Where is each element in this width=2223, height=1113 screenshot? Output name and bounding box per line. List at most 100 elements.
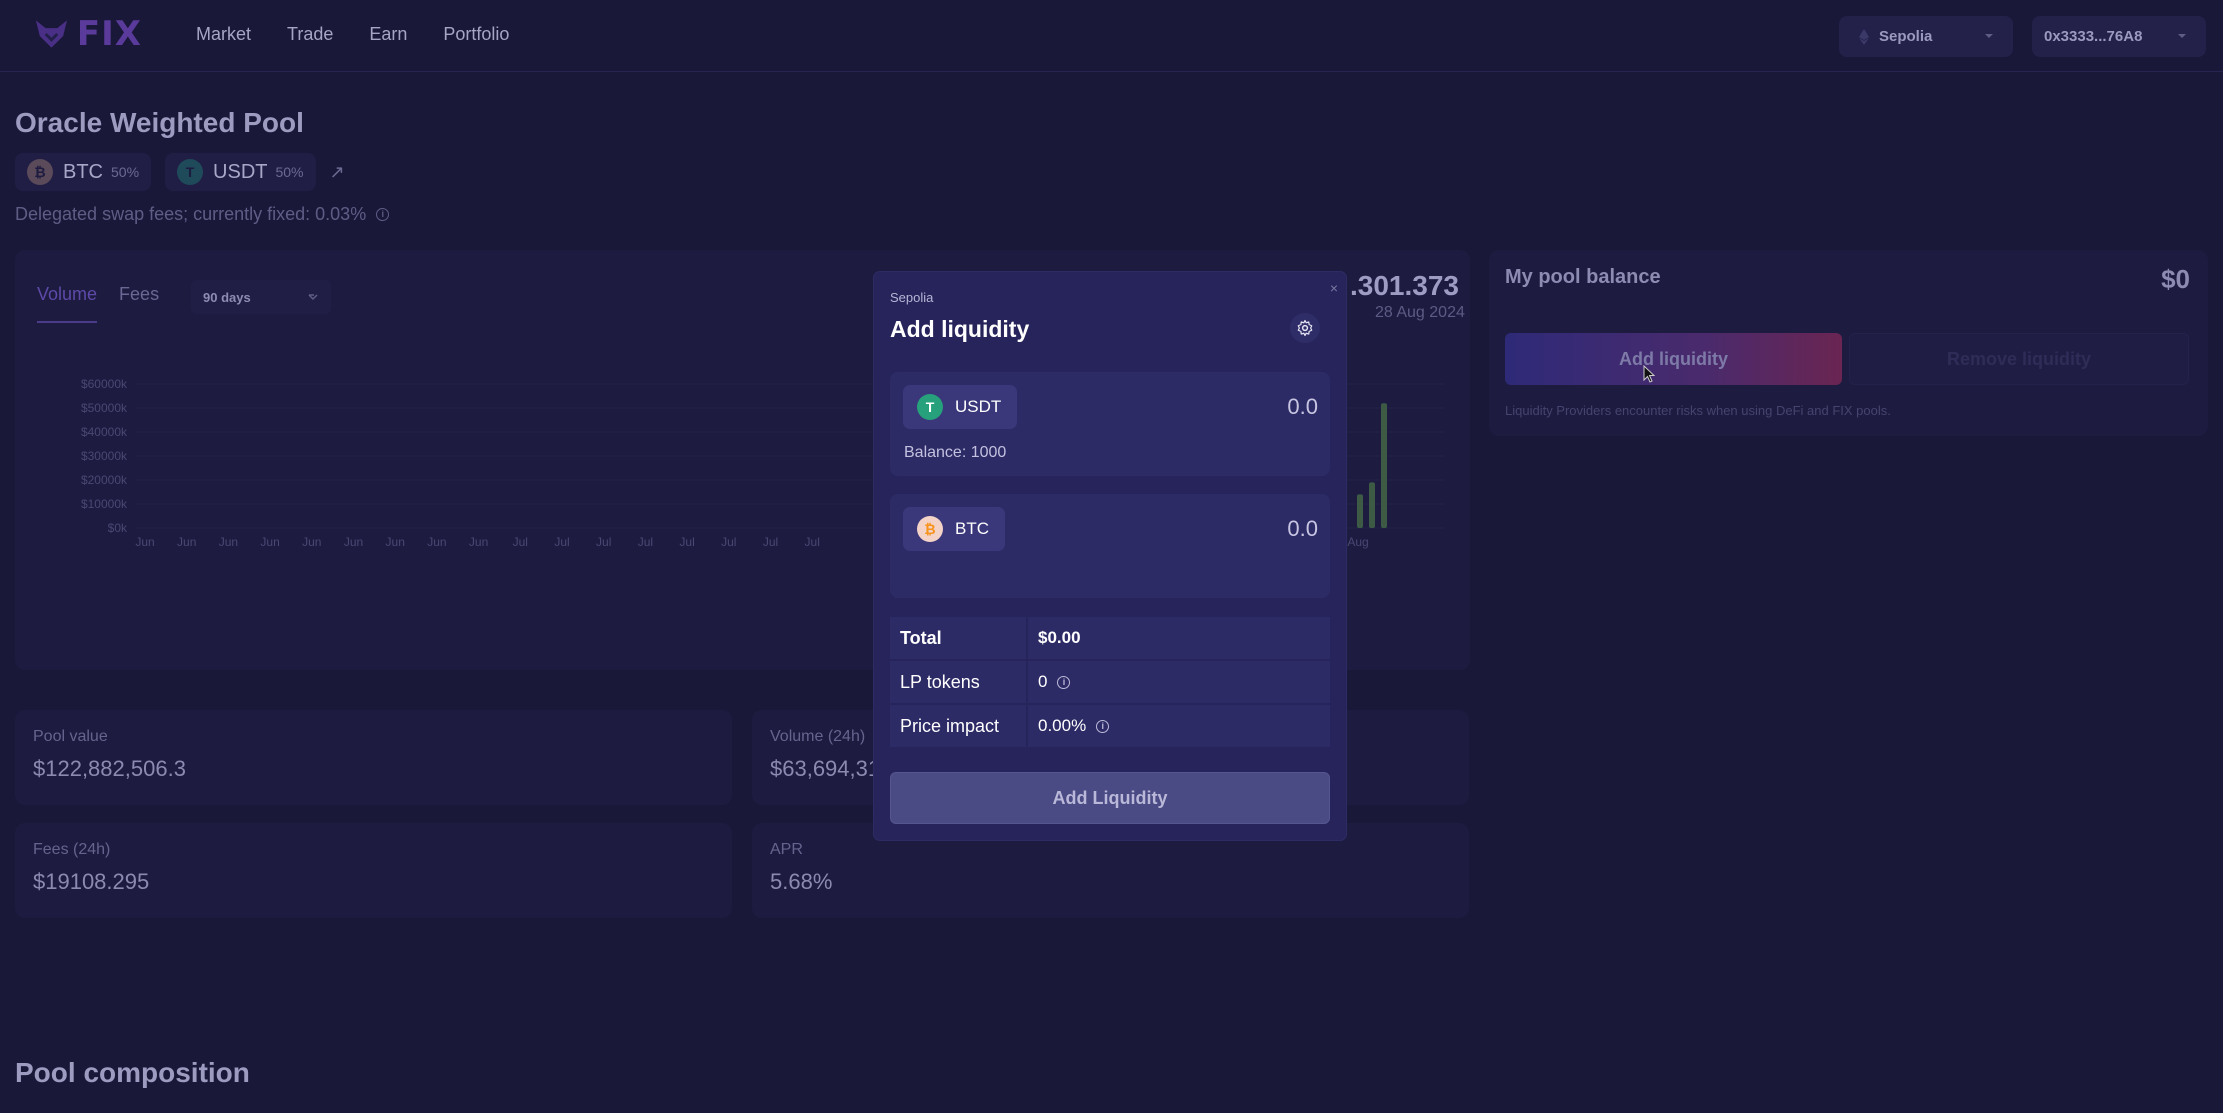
pool-balance-card: My pool balance $0 Add liquidity Remove … xyxy=(1489,250,2208,436)
nav-earn[interactable]: Earn xyxy=(369,24,407,45)
fees-note-text: Delegated swap fees; currently fixed: 0.… xyxy=(15,204,367,224)
token-select-btc[interactable]: ₿ BTC xyxy=(903,507,1005,551)
x-tick-label: Jun xyxy=(135,535,154,549)
summary-key: Total xyxy=(890,617,1028,659)
y-tick-label: $40000k xyxy=(81,425,128,439)
x-tick-label: Jul xyxy=(513,535,528,549)
wallet-select[interactable]: 0x3333...76A8 xyxy=(2032,16,2206,57)
token-chip-usdt[interactable]: T USDT 50% xyxy=(165,153,316,191)
x-tick-label: Jun xyxy=(386,535,405,549)
x-tick-label: Jul xyxy=(554,535,569,549)
y-tick-label: $60000k xyxy=(81,377,128,391)
nav-portfolio[interactable]: Portfolio xyxy=(443,24,509,45)
summary-value: 0 i xyxy=(1028,661,1330,703)
token-chip-symbol: BTC xyxy=(63,160,103,183)
modal-network: Sepolia xyxy=(890,290,934,305)
external-link-icon[interactable]: ↗ xyxy=(330,153,345,191)
x-tick-label: Jun xyxy=(219,535,238,549)
token-chip-btc[interactable]: ₿ BTC 50% xyxy=(15,153,152,191)
token-symbol: USDT xyxy=(955,397,1002,416)
x-tick-label: Jun xyxy=(260,535,279,549)
token-select-usdt[interactable]: T USDT xyxy=(903,385,1018,429)
y-tick-label: $10000k xyxy=(81,497,128,511)
wallet-address: 0x3333...76A8 xyxy=(2044,28,2143,45)
logo-text: FIX xyxy=(76,14,142,54)
pool-composition-title: Pool composition xyxy=(15,1057,250,1088)
summary-value: 0.00% i xyxy=(1028,705,1330,747)
logo[interactable]: FIX xyxy=(32,12,142,56)
token-balance: Balance: 1000 xyxy=(904,444,1007,461)
x-tick-label: Jun xyxy=(344,535,363,549)
btc-icon: ₿ xyxy=(917,516,943,542)
nav-market[interactable]: Market xyxy=(196,24,251,45)
stat-pool-value: Pool value $122,882,506.3 xyxy=(15,710,732,805)
info-icon[interactable]: i xyxy=(376,208,390,221)
summary-row-lp-tokens: LP tokens 0 i xyxy=(890,661,1330,705)
chart-tabs: Volume Fees xyxy=(37,284,159,323)
info-icon[interactable]: i xyxy=(1057,675,1071,689)
stat-label: APR xyxy=(770,841,803,858)
summary-row-price-impact: Price impact 0.00% i xyxy=(890,705,1330,749)
x-tick-label: Jul xyxy=(805,535,820,549)
tab-volume[interactable]: Volume xyxy=(37,284,98,323)
y-tick-label: $30000k xyxy=(81,449,128,463)
remove-liquidity-button[interactable]: Remove liquidity xyxy=(1849,333,2189,385)
token-chip-weight: 50% xyxy=(275,164,304,180)
volume-bar xyxy=(1369,482,1375,528)
summary-key: LP tokens xyxy=(890,661,1028,703)
settings-button[interactable] xyxy=(1290,313,1320,343)
nav-trade[interactable]: Trade xyxy=(287,24,333,45)
main-nav: Market Trade Earn Portfolio xyxy=(196,24,545,45)
x-tick-label: Jun xyxy=(302,535,321,549)
add-liquidity-submit-button[interactable]: Add Liquidity xyxy=(890,772,1330,824)
x-tick-label: Jun xyxy=(427,535,446,549)
add-liquidity-button[interactable]: Add liquidity xyxy=(1505,333,1842,385)
stat-label: Fees (24h) xyxy=(33,841,111,858)
usdt-icon: T xyxy=(917,394,943,420)
stat-value: 5.68% xyxy=(770,869,833,894)
stat-value: $19108.295 xyxy=(33,869,150,894)
ethereum-icon xyxy=(1859,28,1869,45)
balance-value: $0 xyxy=(2161,264,2190,294)
token-symbol: BTC xyxy=(955,519,989,538)
total-value: $0.00 xyxy=(1038,628,1081,647)
stat-fees-24h: Fees (24h) $19108.295 xyxy=(15,823,732,918)
chevron-down-icon xyxy=(308,294,318,301)
network-label: Sepolia xyxy=(1879,28,1933,45)
chart-headline-date: 28 Aug 2024 xyxy=(1375,304,1465,321)
token-input-usdt: T USDT Balance: 1000 xyxy=(890,372,1330,476)
gear-icon xyxy=(1297,319,1313,337)
info-icon[interactable]: i xyxy=(1096,719,1110,733)
btc-amount-input[interactable] xyxy=(1118,516,1318,542)
chevron-down-icon xyxy=(1985,34,1993,38)
btc-icon: ₿ xyxy=(27,159,53,185)
network-select[interactable]: Sepolia xyxy=(1839,16,2013,57)
chart-headline-value: .301.373 xyxy=(1350,270,1459,301)
risk-note: Liquidity Providers encounter risks when… xyxy=(1505,403,1891,418)
summary-value: $0.00 xyxy=(1028,617,1330,659)
lp-tokens-value: 0 xyxy=(1038,672,1048,691)
stat-value: $122,882,506.3 xyxy=(33,756,186,781)
x-tick-label: Jul xyxy=(596,535,611,549)
page-title: Oracle Weighted Pool xyxy=(15,107,304,138)
stat-label: Pool value xyxy=(33,728,108,745)
balance-title: My pool balance xyxy=(1505,266,1661,288)
tab-fees[interactable]: Fees xyxy=(119,284,159,323)
summary-table: Total $0.00 LP tokens 0 i Price impact 0… xyxy=(890,617,1330,749)
summary-key: Price impact xyxy=(890,705,1028,747)
pool-token-chips: ₿ BTC 50% T USDT 50% ↗ xyxy=(15,153,345,191)
mouse-cursor-icon xyxy=(1643,365,1655,383)
range-label: 90 days xyxy=(203,289,251,305)
token-chip-symbol: USDT xyxy=(213,160,268,183)
summary-row-total: Total $0.00 xyxy=(890,617,1330,661)
close-icon[interactable]: × xyxy=(1330,280,1338,296)
x-tick-label: Jul xyxy=(679,535,694,549)
token-input-btc: ₿ BTC xyxy=(890,494,1330,598)
price-impact-value: 0.00% xyxy=(1038,716,1087,735)
x-tick-label: Jul xyxy=(638,535,653,549)
range-select[interactable]: 90 days xyxy=(191,280,331,314)
x-tick-label: Jun xyxy=(469,535,488,549)
x-tick-label: Jul xyxy=(763,535,778,549)
volume-bar xyxy=(1357,494,1363,528)
usdt-amount-input[interactable] xyxy=(1118,394,1318,420)
